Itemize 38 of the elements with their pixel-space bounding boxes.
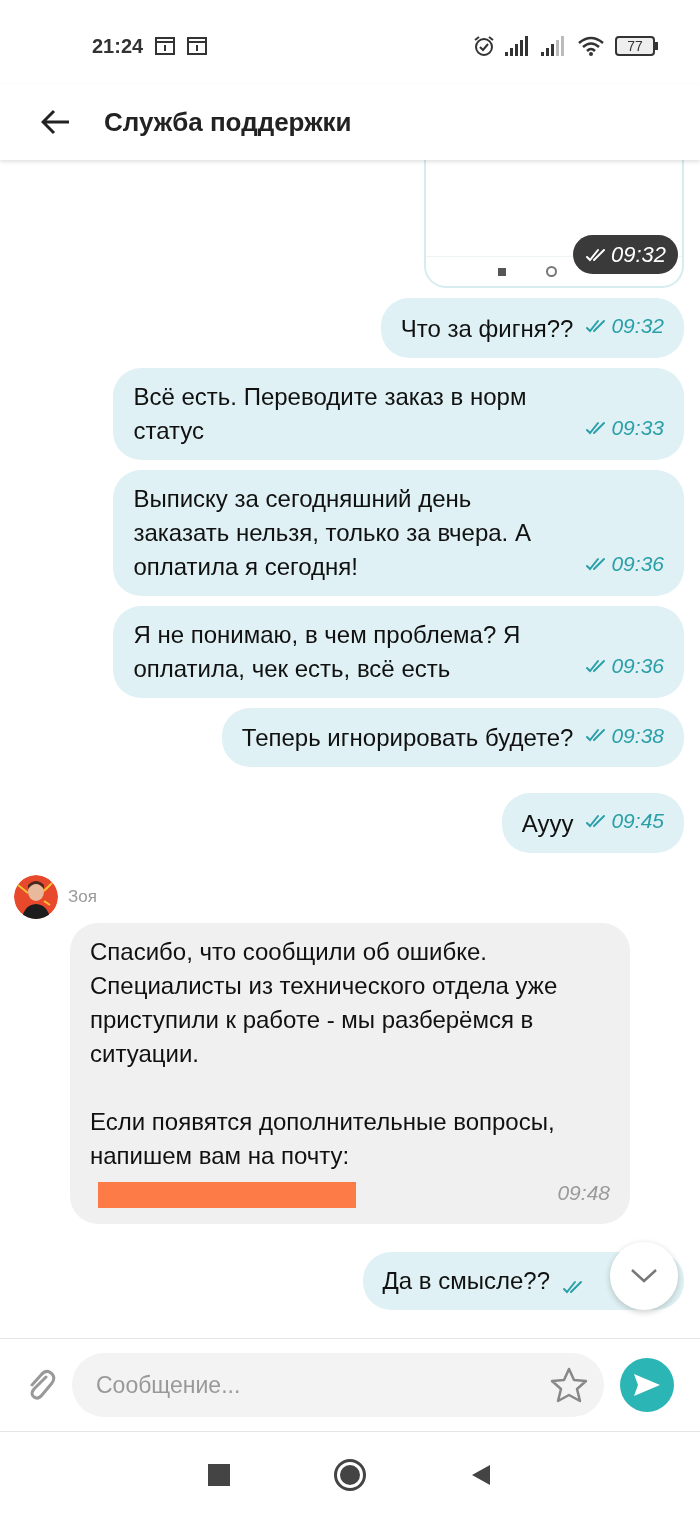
signal-icon (505, 36, 531, 56)
message-time: 09:36 (611, 551, 664, 577)
calendar-icon (155, 36, 176, 56)
message-time: 09:33 (611, 415, 664, 441)
recent-apps-button[interactable] (208, 1463, 230, 1486)
message-text: Аууу (521, 808, 574, 839)
message-text: Теперь игнорировать будете? (241, 723, 574, 753)
message-input[interactable]: Сообщение... (96, 1367, 550, 1403)
message-text: Я не понимаю, в чем проблема? Я оплатила, чек есть, всё есть (133, 619, 522, 684)
battery-icon: 77 (615, 36, 658, 56)
sender-name: Зоя (68, 885, 97, 908)
alarm-icon (473, 35, 495, 57)
calendar-icon (187, 36, 208, 56)
message-time: 09:38 (611, 722, 664, 749)
message-time: 09:32 (611, 313, 664, 339)
message-field[interactable]: Сообщение... (72, 1353, 604, 1417)
status-time: 21:24 (92, 34, 144, 59)
message-time: 09:45 (611, 808, 664, 834)
message-text: Всё есть. Переводите заказ в норм статус (133, 381, 528, 446)
chevron-down-icon (630, 1268, 658, 1284)
time-badge: 09:32 (572, 235, 678, 274)
star-icon[interactable] (550, 1367, 588, 1403)
triangle-icon (470, 1462, 492, 1487)
message-text: Да в смысле?? (382, 1266, 550, 1296)
message-time: 09:48 (557, 1179, 610, 1206)
back-arrow-icon (41, 109, 71, 135)
back-nav-button[interactable] (470, 1462, 492, 1487)
signal-icon (541, 36, 567, 56)
wifi-icon (577, 35, 605, 57)
home-button[interactable] (334, 1458, 366, 1491)
send-icon (632, 1372, 662, 1398)
message-time: 09:36 (611, 653, 664, 679)
message-text: Спасибо, что сообщили об ошибке. Специалисты из технического отдела уже приступили к работе - мы разберёмся в ситуации. Если появятся дополнительные вопросы, напишем вам на почту: (90, 936, 559, 1171)
message-text: Выписку за сегодняшний день заказать нельзя, только за вчера. А оплатила я сегодня! (133, 483, 532, 582)
chat-title: Служба поддержки (104, 105, 352, 139)
image-attachment[interactable]: 09:32 (424, 160, 684, 288)
square-icon (498, 267, 506, 276)
message-text: Что за фигня?? (400, 313, 574, 344)
